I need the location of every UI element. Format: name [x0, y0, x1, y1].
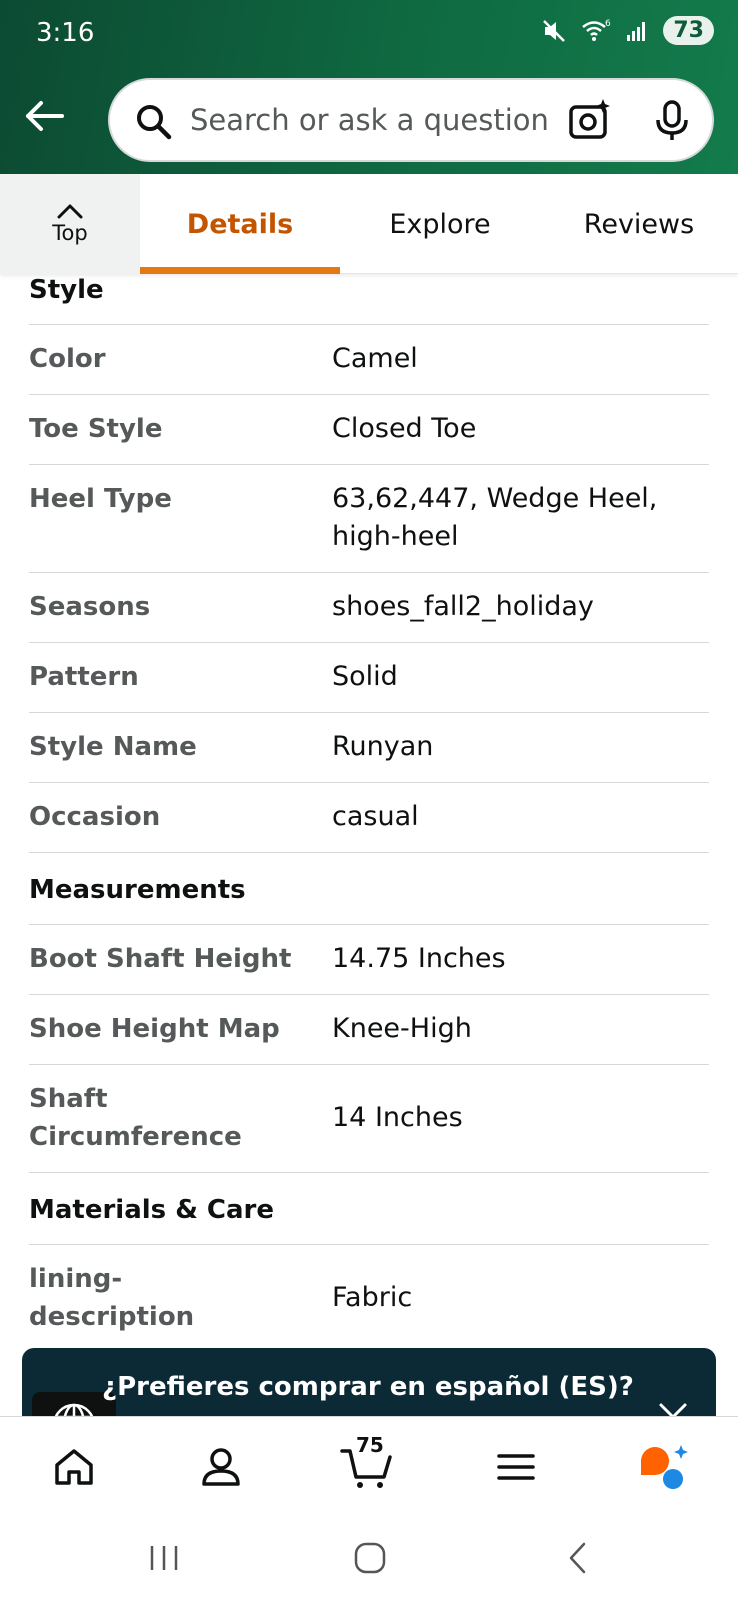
- section-materials-care: Materials & Care: [29, 1172, 709, 1244]
- detail-key: Heel Type: [29, 484, 172, 514]
- mute-icon: [543, 19, 566, 42]
- mic-icon[interactable]: [654, 100, 690, 142]
- detail-key: Style Name: [29, 732, 197, 762]
- system-nav-bar: [0, 1516, 738, 1600]
- detail-value: Closed Toe: [332, 413, 477, 444]
- menu-icon: [497, 1454, 535, 1480]
- nav-menu[interactable]: [486, 1437, 546, 1497]
- section-measurements: Measurements: [29, 852, 709, 924]
- detail-key: Occasion: [29, 802, 161, 832]
- nav-rufus[interactable]: [634, 1437, 694, 1497]
- top-label: Top: [52, 221, 88, 245]
- detail-value: 14.75 Inches: [332, 943, 506, 974]
- section-style: Style: [29, 274, 709, 324]
- detail-key: Boot Shaft Height: [29, 944, 292, 974]
- detail-row-heel-type: Heel Type 63,62,447, Wedge Heel, high-he…: [29, 464, 709, 572]
- product-tabs: Top Details Explore Reviews: [0, 174, 738, 274]
- camera-sparkle-icon[interactable]: [568, 98, 612, 142]
- nav-home[interactable]: [44, 1437, 104, 1497]
- home-circle-icon: [354, 1542, 386, 1574]
- detail-value: Runyan: [332, 731, 434, 762]
- detail-value: Knee-High: [332, 1013, 472, 1044]
- cart-count: 75: [356, 1433, 384, 1457]
- top-button[interactable]: Top: [0, 174, 140, 274]
- detail-key: Shoe Height Map: [29, 1014, 280, 1044]
- detail-key: Color: [29, 344, 106, 374]
- account-icon: [202, 1448, 240, 1486]
- detail-key: Seasons: [29, 592, 151, 622]
- search-icon: [137, 105, 172, 140]
- detail-row-boot-shaft-height: Boot Shaft Height 14.75 Inches: [29, 924, 709, 994]
- section-title: Style: [29, 275, 104, 305]
- detail-key: Shaft Circumference: [29, 1084, 242, 1152]
- detail-row-color: Color Camel: [29, 324, 709, 394]
- chevron-left-icon: [569, 1542, 586, 1574]
- search-bar[interactable]: [108, 78, 714, 162]
- detail-row-occasion: Occasion casual: [29, 782, 709, 852]
- svg-text:6: 6: [605, 19, 611, 29]
- signal-icon: [627, 21, 646, 41]
- detail-value: Solid: [332, 661, 398, 692]
- detail-row-style-name: Style Name Runyan: [29, 712, 709, 782]
- detail-key: lining-description: [29, 1264, 195, 1332]
- detail-row-pattern: Pattern Solid: [29, 642, 709, 712]
- status-time: 3:16: [36, 18, 95, 48]
- search-input[interactable]: [190, 98, 550, 142]
- tab-reviews[interactable]: Reviews: [540, 174, 738, 274]
- recent-apps-icon: [150, 1546, 178, 1570]
- section-title: Materials & Care: [29, 1195, 275, 1225]
- detail-row-toe-style: Toe Style Closed Toe: [29, 394, 709, 464]
- detail-key: Toe Style: [29, 414, 163, 444]
- tab-details[interactable]: Details: [140, 174, 340, 274]
- detail-key: Pattern: [29, 662, 139, 692]
- nav-cart[interactable]: 75: [338, 1433, 398, 1497]
- detail-row-shaft-circumference: Shaft Circumference 14 Inches: [29, 1064, 709, 1172]
- app-header: 3:16 6 73: [0, 0, 738, 174]
- status-icons: 6 73: [541, 16, 714, 45]
- detail-row-seasons: Seasons shoes_fall2_holiday: [29, 572, 709, 642]
- home-system-button[interactable]: [340, 1536, 400, 1580]
- detail-value: casual: [332, 801, 419, 832]
- detail-value: 14 Inches: [332, 1102, 463, 1133]
- rufus-icon: [641, 1445, 688, 1489]
- chevron-up-icon: [57, 204, 83, 219]
- section-title: Measurements: [29, 875, 246, 905]
- tab-explore[interactable]: Explore: [340, 174, 540, 274]
- nav-account[interactable]: [191, 1437, 251, 1497]
- detail-row-shoe-height-map: Shoe Height Map Knee-High: [29, 994, 709, 1064]
- home-icon: [55, 1449, 93, 1485]
- battery-indicator: 73: [663, 16, 714, 45]
- detail-value: Camel: [332, 343, 418, 374]
- detail-row-lining-description: lining-description Fabric: [29, 1244, 709, 1352]
- detail-value: 63,62,447, Wedge Heel, high-heel: [332, 483, 658, 552]
- arrow-left-icon: [26, 101, 64, 131]
- detail-value: Fabric: [332, 1282, 413, 1313]
- detail-value: shoes_fall2_holiday: [332, 591, 594, 622]
- wifi-icon: 6: [582, 19, 611, 41]
- language-banner-text: ¿Prefieres comprar en español (ES)?: [102, 1372, 634, 1402]
- bottom-nav: 75: [0, 1416, 738, 1516]
- back-system-button[interactable]: [548, 1536, 608, 1580]
- recent-apps-button[interactable]: [134, 1536, 194, 1580]
- back-button[interactable]: [20, 92, 68, 140]
